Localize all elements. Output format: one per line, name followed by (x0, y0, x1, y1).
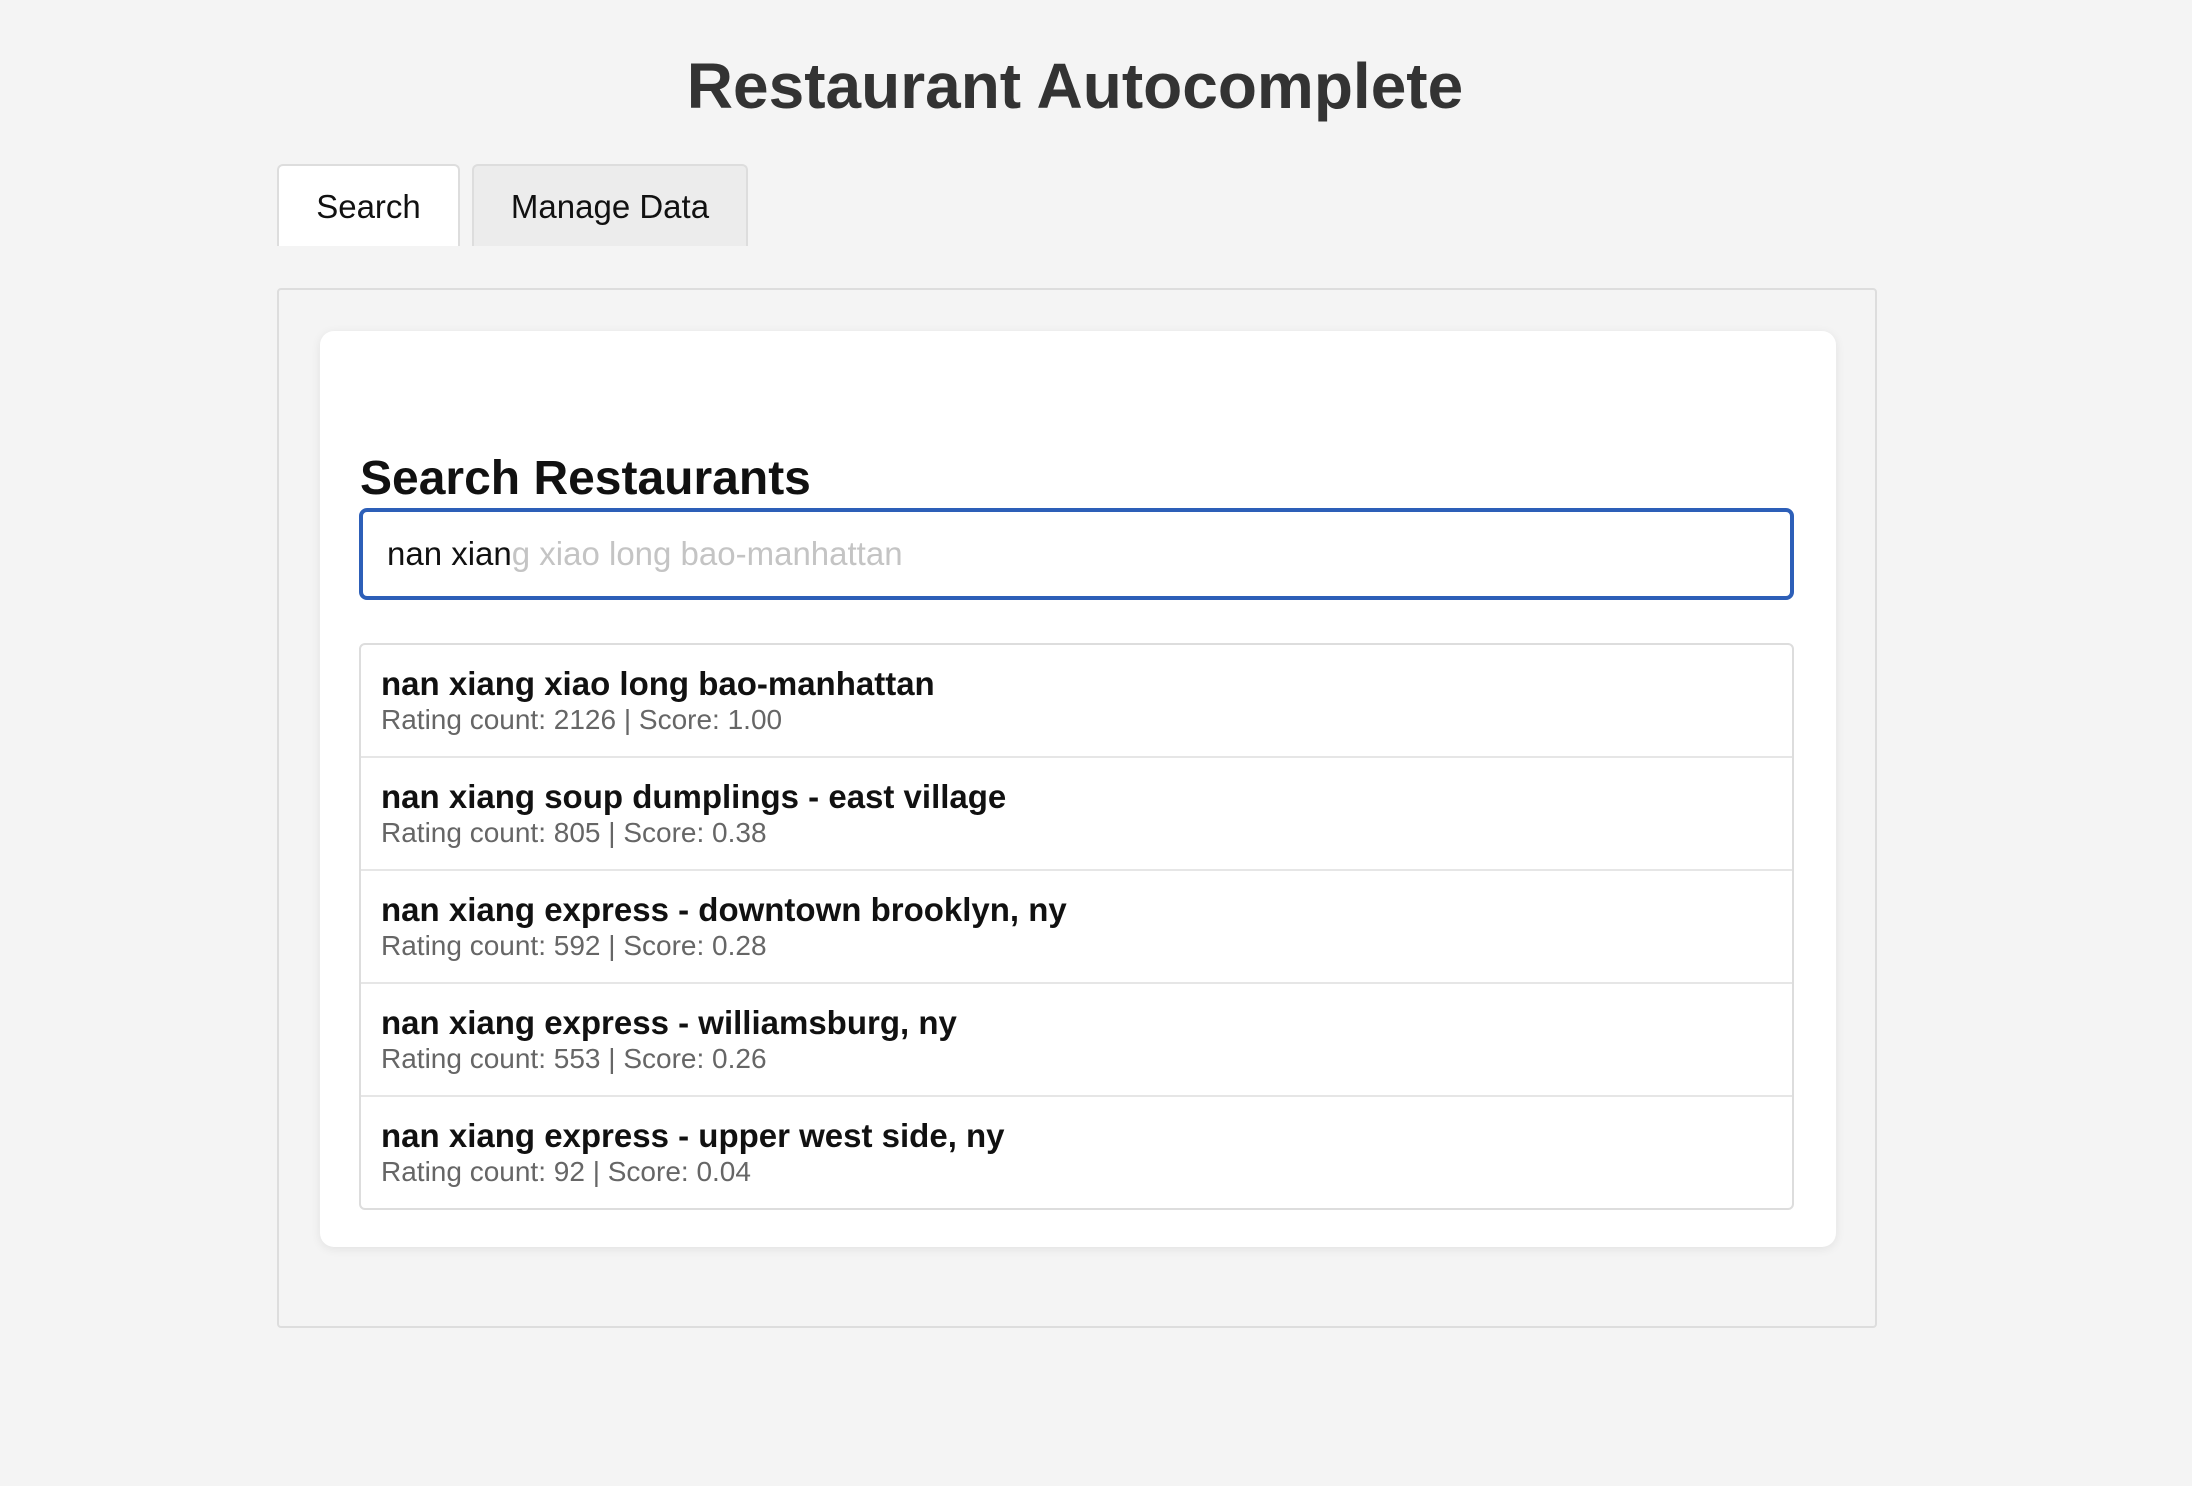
search-card: Search Restaurants nan xiang xiao long b… (320, 331, 1836, 1247)
result-meta: Rating count: 592 | Score: 0.28 (381, 930, 767, 961)
result-meta: Rating count: 553 | Score: 0.26 (381, 1043, 767, 1074)
search-section-title: Search Restaurants (360, 452, 811, 505)
tab-bar: Search Manage Data (277, 164, 748, 248)
result-item[interactable]: nan xiang express - upper west side, ny … (361, 1097, 1792, 1208)
result-item[interactable]: nan xiang soup dumplings - east village … (361, 758, 1792, 871)
result-meta: Rating count: 805 | Score: 0.38 (381, 817, 767, 848)
result-item[interactable]: nan xiang express - downtown brooklyn, n… (361, 871, 1792, 984)
result-name: nan xiang express - williamsburg, ny (381, 1004, 957, 1041)
tab-manage-data[interactable]: Manage Data (472, 164, 748, 246)
result-meta: Rating count: 2126 | Score: 1.00 (381, 704, 783, 735)
search-input[interactable]: nan xiang xiao long bao-manhattan (359, 508, 1794, 600)
autocomplete-ghost-text: g xiao long bao-manhattan (511, 535, 903, 572)
tab-search[interactable]: Search (277, 164, 460, 246)
result-name: nan xiang express - upper west side, ny (381, 1117, 1005, 1154)
result-meta: Rating count: 92 | Score: 0.04 (381, 1156, 751, 1187)
result-name: nan xiang express - downtown brooklyn, n… (381, 891, 1067, 928)
result-item[interactable]: nan xiang express - williamsburg, ny Rat… (361, 984, 1792, 1097)
result-name: nan xiang xiao long bao-manhattan (381, 665, 935, 702)
tab-panel: Search Restaurants nan xiang xiao long b… (277, 288, 1877, 1328)
results-list: nan xiang xiao long bao-manhattan Rating… (359, 643, 1794, 1210)
result-name: nan xiang soup dumplings - east village (381, 778, 1007, 815)
page-title: Restaurant Autocomplete (686, 50, 1464, 122)
search-input-value: nan xian (387, 535, 512, 572)
result-item[interactable]: nan xiang xiao long bao-manhattan Rating… (361, 645, 1792, 758)
